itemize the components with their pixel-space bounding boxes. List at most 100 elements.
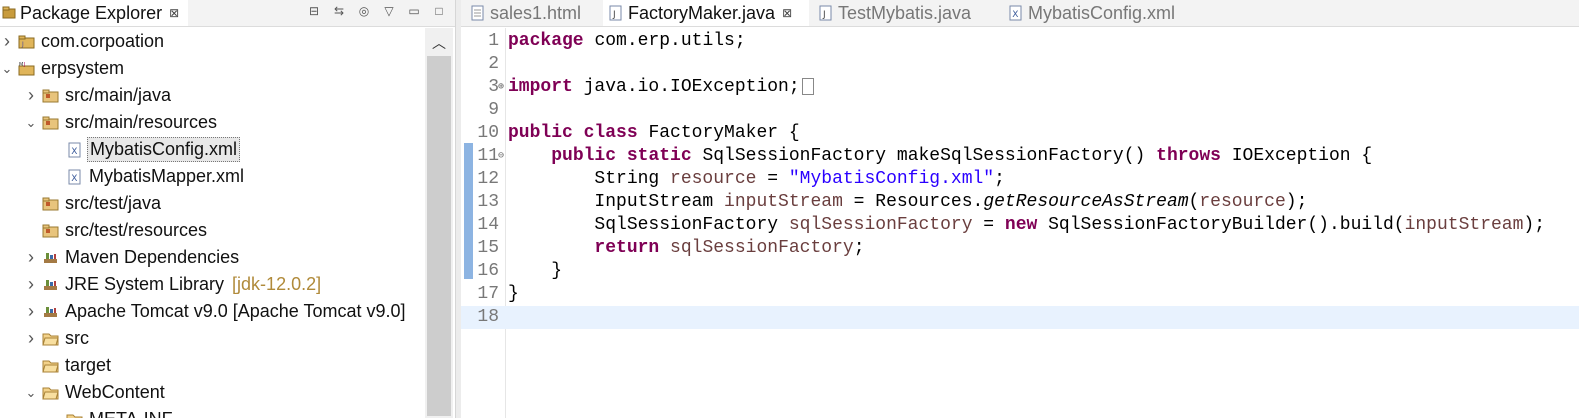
code-line[interactable]: 13 InputStream inputStream = Resources.g…: [461, 191, 1579, 214]
chevron-right-icon[interactable]: ›: [24, 271, 38, 298]
tree-item-label: src/test/resources: [65, 220, 208, 240]
code-line[interactable]: 9: [461, 99, 1579, 122]
tree-item[interactable]: src/test/resources: [0, 217, 209, 244]
close-icon[interactable]: ⊠: [782, 6, 792, 20]
svg-text:X: X: [1012, 10, 1018, 20]
editor-tab[interactable]: X MybatisConfig.xml: [1003, 0, 1207, 26]
expand-fold-icon[interactable]: ⊕: [498, 76, 504, 99]
chevron-down-icon[interactable]: ⌄: [24, 379, 38, 406]
editor-tab-label: FactoryMaker.java: [628, 2, 776, 23]
tree-item[interactable]: src/test/java: [0, 190, 163, 217]
code-token: package: [508, 31, 584, 51]
code-line[interactable]: 17}: [461, 283, 1579, 306]
scroll-thumb[interactable]: [427, 56, 451, 416]
xml-file-icon: X: [1007, 5, 1024, 21]
view-toolbar: ⊟ ⇆ ◎ ▽ ▭ □: [306, 3, 447, 19]
code-token: IOException {: [1220, 146, 1373, 166]
chevron-down-icon[interactable]: ⌄: [24, 109, 38, 136]
code-token: resource: [670, 169, 757, 189]
code-line[interactable]: 3 ⊕ import java.io.IOException;: [461, 76, 1579, 99]
editor-tab[interactable]: sales1.html: [465, 0, 599, 26]
tree-item[interactable]: ⌄ src/main/resources: [0, 109, 219, 136]
collapse-all-icon[interactable]: ⊟: [306, 3, 322, 19]
code-token: SqlSessionFactory makeSqlSessionFactory(…: [691, 146, 1157, 166]
chevron-right-icon[interactable]: ›: [0, 28, 14, 55]
line-number: 9: [488, 100, 499, 120]
java-file-icon: J: [607, 5, 624, 21]
scroll-up-icon[interactable]: ︿: [430, 34, 448, 52]
tree-item-label: src/main/java: [65, 85, 172, 105]
code-line[interactable]: 10 public class FactoryMaker {: [461, 122, 1579, 145]
tree-item[interactable]: X MybatisMapper.xml: [0, 163, 246, 190]
code-line[interactable]: 12 String resource = "MybatisConfig.xml"…: [461, 168, 1579, 191]
tree-item[interactable]: X MybatisConfig.xml: [0, 136, 241, 163]
focus-icon[interactable]: ◎: [356, 3, 372, 19]
code-line[interactable]: 15 return sqlSessionFactory;: [461, 237, 1579, 260]
line-number: 13: [477, 192, 499, 212]
tree-item[interactable]: ⌄ WebContent: [0, 379, 167, 406]
package-explorer-view: Package Explorer ⊠ ⊟ ⇆ ◎ ▽ ▭ □ › Jcom.corpoati…: [0, 0, 455, 418]
tree-scrollbar[interactable]: ︿: [425, 28, 453, 418]
editor-tab[interactable]: J TestMybatis.java: [813, 0, 997, 26]
code-token: inputStream: [1404, 215, 1524, 235]
chevron-right-icon[interactable]: ›: [24, 244, 38, 271]
tree-item[interactable]: › Jcom.corpoation: [0, 28, 166, 55]
code-line[interactable]: 16 }: [461, 260, 1579, 283]
code-area[interactable]: 1 package com.erp.utils; 2 3 ⊕ import java.io…: [461, 28, 1579, 418]
maximize-icon[interactable]: □: [431, 3, 447, 19]
code-token: sqlSessionFactory: [670, 238, 854, 258]
package-explorer-tab[interactable]: Package Explorer ⊠: [0, 0, 188, 26]
code-token: }: [508, 261, 563, 281]
svg-text:J: J: [23, 62, 25, 68]
code-token: class: [583, 123, 638, 143]
tree-item-label: target: [65, 355, 112, 375]
svg-text:M: M: [19, 62, 23, 68]
tree-item-label: com.corpoation: [41, 31, 165, 51]
line-number: 10: [477, 123, 499, 143]
tree-item-label: src: [65, 328, 89, 348]
code-line[interactable]: 11 ⊖ public static SqlSessionFactory make…: [461, 145, 1579, 168]
code-line[interactable]: 1 package com.erp.utils;: [461, 30, 1579, 53]
code-token: FactoryMaker {: [637, 123, 800, 143]
project-tree: › Jcom.corpoation ⌄ M Jerpsystem › src/main/ja…: [0, 28, 425, 418]
tree-item[interactable]: target: [0, 352, 113, 379]
tree-item-label: WebContent: [65, 382, 165, 402]
chevron-right-icon[interactable]: ›: [24, 298, 38, 325]
code-line[interactable]: 2: [461, 53, 1579, 76]
tree-item[interactable]: › src: [0, 325, 91, 352]
tree-item-label: src/test/java: [65, 193, 162, 213]
chevron-right-icon[interactable]: ›: [24, 325, 38, 352]
editor-tab[interactable]: J FactoryMaker.java ⊠: [603, 0, 809, 26]
svg-text:J: J: [21, 41, 24, 48]
code-line[interactable]: 14 SqlSessionFactory sqlSessionFactory =…: [461, 214, 1579, 237]
folded-code-box[interactable]: [801, 77, 814, 95]
code-text: package com.erp.utils;: [508, 30, 746, 53]
tree-item[interactable]: › src/main/java: [0, 82, 173, 109]
collapse-fold-icon[interactable]: ⊖: [498, 145, 504, 168]
line-number: 15: [477, 238, 499, 258]
tree-item[interactable]: › Maven Dependencies: [0, 244, 241, 271]
code-line[interactable]: 18: [461, 306, 1579, 329]
library-icon: [42, 304, 59, 320]
minimize-icon[interactable]: ▭: [406, 3, 422, 19]
close-icon[interactable]: ⊠: [169, 6, 179, 20]
explorer-title: Package Explorer: [20, 2, 163, 23]
view-menu-icon[interactable]: ▽: [381, 3, 397, 19]
chevron-down-icon[interactable]: ⌄: [0, 55, 14, 82]
line-number: 3: [488, 77, 499, 97]
chevron-right-icon[interactable]: ›: [24, 82, 38, 109]
tree-item[interactable]: ⌄ M Jerpsystem: [0, 55, 126, 82]
folder-icon: [42, 358, 59, 374]
tree-item[interactable]: › Apache Tomcat v9.0 [Apache Tomcat v9.0]: [0, 298, 408, 325]
link-with-editor-icon[interactable]: ⇆: [331, 3, 347, 19]
code-token: inputStream: [724, 192, 843, 212]
tree-item[interactable]: META-INF: [0, 406, 175, 418]
tree-item[interactable]: › JRE System Library [jdk-12.0.2]: [0, 271, 321, 298]
tree-item-label: JRE System Library: [65, 274, 225, 294]
